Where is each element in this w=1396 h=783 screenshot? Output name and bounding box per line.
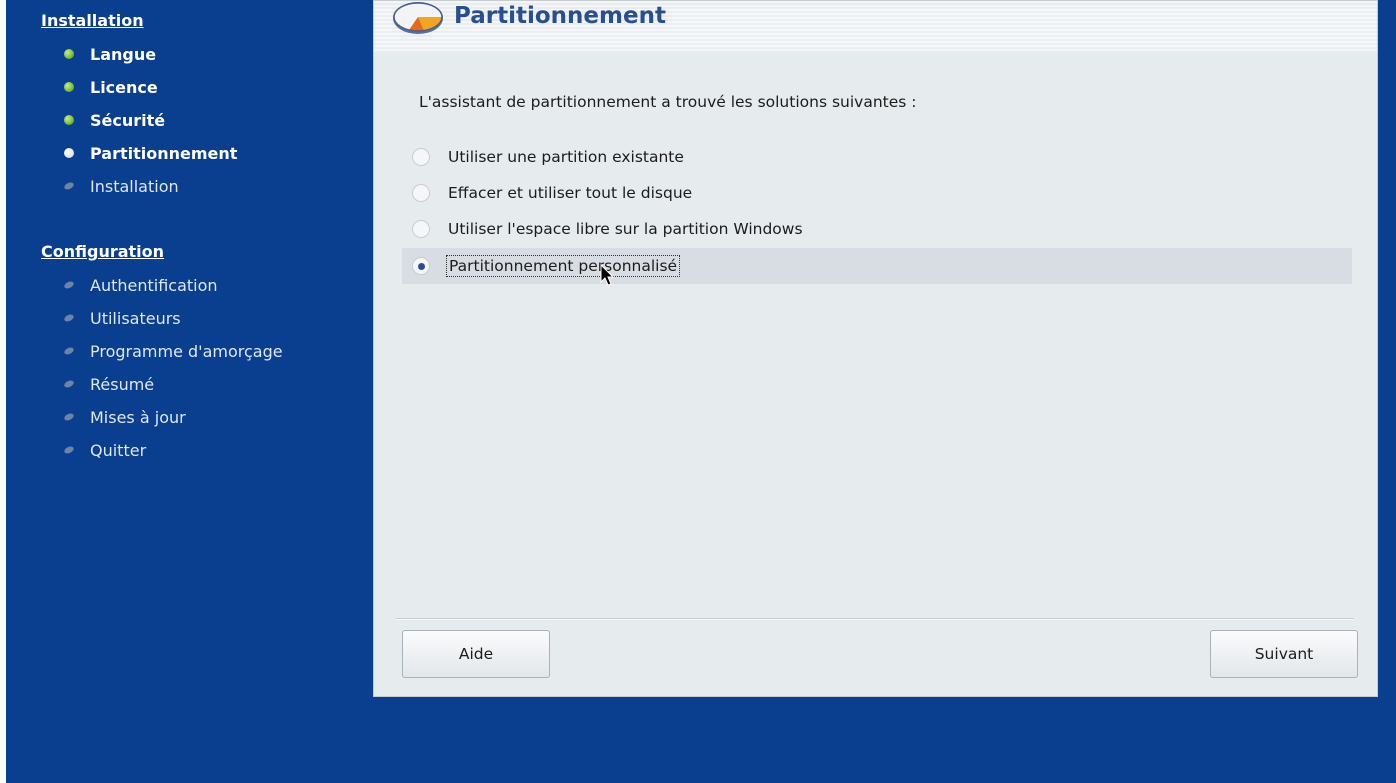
pending-bullet-icon <box>63 445 75 455</box>
pending-bullet-icon <box>63 313 75 323</box>
step-securite: Sécurité <box>64 109 165 131</box>
section-configuration-title: Configuration <box>41 242 165 261</box>
help-button[interactable]: Aide <box>402 630 550 678</box>
section-installation-title: Installation <box>41 11 144 30</box>
step-programme-amorcage: Programme d'amorçage <box>63 340 283 362</box>
step-label: Mises à jour <box>90 407 186 427</box>
step-label: Installation <box>90 176 179 196</box>
step-label: Utilisateurs <box>90 308 181 328</box>
radio-button[interactable] <box>412 257 430 275</box>
pending-bullet-icon <box>63 346 75 356</box>
step-resume: Résumé <box>63 373 155 395</box>
step-installation: Installation <box>63 175 179 197</box>
intro-text: L'assistant de partitionnement a trouvé … <box>419 93 917 111</box>
step-label: Partitionnement <box>90 143 238 163</box>
step-authentification: Authentification <box>63 274 218 296</box>
panel-header: Partitionnement <box>374 1 1377 53</box>
step-mises-a-jour: Mises à jour <box>63 406 186 428</box>
step-label: Sécurité <box>90 110 166 130</box>
step-quitter: Quitter <box>63 439 147 461</box>
radio-button[interactable] <box>412 220 430 238</box>
step-langue: Langue <box>64 43 156 65</box>
step-label: Licence <box>90 77 158 97</box>
option-label: Effacer et utiliser tout le disque <box>448 184 693 202</box>
option-existing-partition[interactable]: Utiliser une partition existante <box>402 139 1352 175</box>
done-bullet-icon <box>64 115 74 125</box>
option-label: Partitionnement personnalisé <box>446 255 681 277</box>
step-partitionnement: Partitionnement <box>64 142 237 164</box>
partitioning-panel: Partitionnement L'assistant de partition… <box>373 0 1378 697</box>
option-label: Utiliser une partition existante <box>448 148 684 166</box>
desktop-background: Installation Langue Licence Sécurité Par… <box>6 0 1396 783</box>
done-bullet-icon <box>64 82 74 92</box>
option-erase-disk[interactable]: Effacer et utiliser tout le disque <box>402 175 1352 211</box>
pending-bullet-icon <box>63 379 75 389</box>
step-licence: Licence <box>64 76 158 98</box>
mouse-cursor-icon <box>600 264 615 286</box>
step-utilisateurs: Utilisateurs <box>63 307 181 329</box>
pending-bullet-icon <box>63 412 75 422</box>
divider <box>396 618 1354 620</box>
step-label: Programme d'amorçage <box>90 341 283 361</box>
partition-pie-icon <box>393 2 443 34</box>
page-title: Partitionnement <box>454 3 666 29</box>
pending-bullet-icon <box>63 181 75 191</box>
done-bullet-icon <box>64 49 74 59</box>
step-label: Authentification <box>90 275 218 295</box>
next-button[interactable]: Suivant <box>1210 630 1358 678</box>
step-label: Résumé <box>90 374 155 394</box>
current-bullet-icon <box>64 148 74 158</box>
radio-button[interactable] <box>412 148 430 166</box>
pending-bullet-icon <box>63 280 75 290</box>
step-label: Quitter <box>90 440 147 460</box>
radio-button[interactable] <box>412 184 430 202</box>
step-label: Langue <box>90 44 157 64</box>
option-windows-free-space[interactable]: Utiliser l'espace libre sur la partition… <box>402 211 1352 247</box>
option-custom-partitioning[interactable]: Partitionnement personnalisé <box>402 248 1352 284</box>
option-label: Utiliser l'espace libre sur la partition… <box>448 220 803 238</box>
